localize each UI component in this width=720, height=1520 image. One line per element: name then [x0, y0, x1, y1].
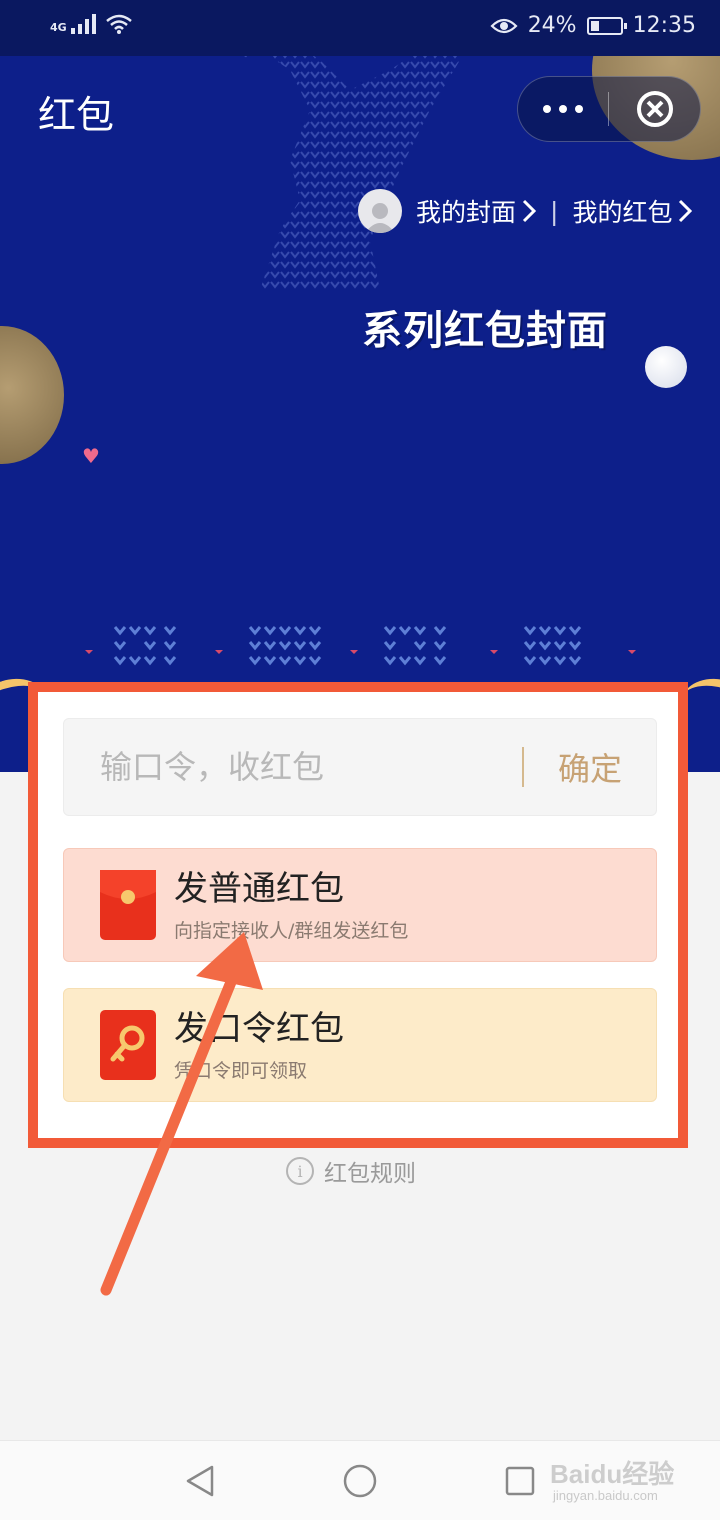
option-title: 发口令红包 [174, 1008, 344, 1049]
user-icon [365, 203, 395, 233]
clock: 12:35 [632, 13, 696, 38]
back-button[interactable] [180, 1461, 220, 1501]
watermark-url: jingyan.baidu.com [553, 1488, 658, 1503]
baidu-watermark: Baidu经验 [550, 1459, 675, 1489]
series-cover-title[interactable]: 系列红包封面 [362, 298, 608, 356]
rules-label: 红包规则 [324, 1161, 416, 1187]
page-title: 红包 [38, 93, 115, 137]
mini-program-capsule [517, 76, 701, 142]
heart-icon: ♥ [82, 444, 100, 468]
cover-links: 我的封面 | 我的红包 [358, 188, 693, 234]
recents-button[interactable] [500, 1461, 540, 1501]
red-packet-rules-link[interactable]: i 红包规则 [286, 1154, 416, 1188]
battery-icon [586, 16, 627, 35]
status-bar: 4G 24% 12:35 [0, 0, 720, 56]
link-divider: | [550, 196, 559, 226]
send-code-red-packet-button[interactable]: 发口令红包 凭口令即可领取 [63, 988, 657, 1102]
home-button[interactable] [340, 1461, 380, 1501]
network-type: 4G [50, 21, 67, 34]
my-red-packets-link[interactable]: 我的红包 [572, 193, 693, 229]
dot-icon [543, 105, 551, 113]
option-subtitle: 凭口令即可领取 [174, 1059, 308, 1082]
red-envelope-icon [100, 870, 156, 940]
code-input[interactable] [64, 719, 522, 815]
chevron-right-icon [522, 199, 537, 223]
send-normal-red-packet-button[interactable]: 发普通红包 向指定接收人/群组发送红包 [63, 848, 657, 962]
confirm-button[interactable]: 确定 [524, 744, 656, 790]
banner: ♥ 4G 24% 12:35 红包 我的封面 | 我的红包 系列红包封面 [0, 0, 720, 772]
key-icon [100, 1010, 156, 1080]
knit-pattern-decoration [85, 626, 636, 666]
info-icon: i [286, 1157, 314, 1185]
close-icon [636, 91, 673, 127]
dot-icon [575, 105, 583, 113]
my-cover-link[interactable]: 我的封面 [416, 193, 537, 229]
moon-decoration [0, 326, 64, 464]
close-button[interactable] [609, 77, 700, 141]
signal-icon [70, 12, 96, 34]
recents-square-icon [505, 1466, 535, 1496]
back-triangle-icon [186, 1465, 214, 1497]
option-subtitle: 向指定接收人/群组发送红包 [174, 919, 409, 942]
more-button[interactable] [518, 77, 608, 141]
eye-icon [490, 18, 518, 33]
option-title: 发普通红包 [174, 868, 344, 909]
battery-percent: 24% [527, 13, 577, 38]
snowball-decoration [645, 346, 687, 388]
dot-icon [559, 105, 567, 113]
my-red-packets-label: 我的红包 [572, 198, 673, 227]
avatar[interactable] [358, 189, 402, 233]
chevron-right-icon [679, 199, 693, 223]
wifi-icon [105, 14, 132, 34]
home-circle-icon [343, 1464, 377, 1498]
code-entry-bar: 确定 [63, 718, 657, 816]
my-cover-label: 我的封面 [416, 198, 517, 227]
